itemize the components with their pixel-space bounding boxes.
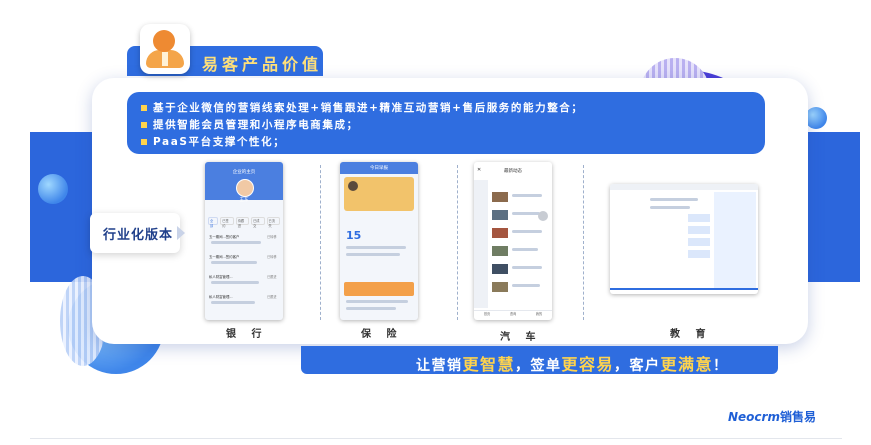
chat-bubble [688,214,710,222]
chat-bubble [688,226,710,234]
value-point-2: 提供智能会员管理和小程序电商集成； [141,117,359,132]
edu-sidepanel [714,192,756,288]
scroll-handle[interactable] [538,211,548,221]
divider [583,165,584,320]
bank-screenshot: 企业的主页 王东 全部 已签约 待跟进 已成交 已流失 五一期间...签约客户 … [205,162,283,320]
car-thumbnail [492,282,508,292]
status-badge: 已跟进 [267,295,277,299]
industry-version-label: 行业化版本 [103,228,174,243]
status-badge: 已转移 [267,235,277,239]
arrow-right-icon [177,226,185,240]
car-thumbnail [492,264,508,274]
insurance-nav-title: 今日早报 [370,166,388,171]
car-thumbnail [492,210,508,220]
status-badge: 已跟进 [267,275,277,279]
chat-bubble [688,238,710,246]
salesperson-logo-icon [140,24,190,74]
chat-bubble [688,250,710,258]
auto-screenshot: 最新动态 ✕ 首页 咨询 我的 [474,162,552,320]
slogan-highlight: 更智慧 [462,355,516,374]
avatar [236,179,254,197]
bullet-square-icon [141,122,147,128]
list-item[interactable]: 私人财富管理... [209,274,264,279]
education-screenshot [610,184,758,294]
big-number: 15 [346,229,362,242]
status-badge: 已转移 [267,255,277,259]
bank-nav-title: 企业的主页 [232,170,256,175]
nav-home[interactable]: 首页 [484,311,490,320]
blue-dot-decoration-right [805,107,827,129]
nav-consult[interactable]: 咨询 [510,311,516,320]
auto-nav-title: 最新动态 [504,169,522,174]
insurance-screenshot: 今日早报 15 [340,162,418,320]
edu-input-bar [610,288,758,290]
list-item[interactable]: 五一期间...签约客户 [209,254,264,259]
tab-all[interactable]: 全部 [208,217,219,228]
bank-user-name: 王东 [239,198,249,203]
tab-signed[interactable]: 已签约 [220,217,234,228]
auto-sidebar [474,180,488,308]
avatar [348,181,358,191]
label-auto: 汽 车 [500,332,542,343]
tab-followup[interactable]: 待跟进 [235,217,250,228]
tab-lost[interactable]: 已流失 [266,217,280,228]
value-point-3: PaaS平台支撑个性化； [141,134,285,149]
car-thumbnail [492,192,508,202]
label-bank: 银 行 [226,329,268,340]
divider [457,165,458,320]
list-item[interactable]: 私人财富管理... [209,294,264,299]
brand-logo: Neocrm销售易 [728,410,816,424]
slogan-highlight: 更容易 [561,355,615,374]
tab-deal[interactable]: 已成交 [251,217,265,228]
close-icon[interactable]: ✕ [477,167,481,173]
label-insurance: 保 险 [361,329,403,340]
nav-mine[interactable]: 我的 [536,311,542,320]
bullet-square-icon [141,105,147,111]
car-thumbnail [492,228,508,238]
value-point-1: 基于企业微信的营销线索处理+销售跟进+精准互动营销+售后服务的能力整合； [141,100,584,115]
bank-tabs: 全部 已签约 待跟进 已成交 已流失 [208,217,280,228]
edu-titlebar [610,184,758,190]
slogan-highlight: 更满意 [660,355,714,374]
blue-dot-decoration [38,174,68,204]
car-thumbnail [492,246,508,256]
bullet-square-icon [141,139,147,145]
slogan-text: 让营销更智慧，签单更容易，客户更满意！ [416,355,729,374]
auto-bottom-nav: 首页 咨询 我的 [474,310,552,320]
list-item[interactable]: 五一期间...签约客户 [209,234,264,239]
label-education: 教 育 [670,329,712,340]
promo-banner [344,282,414,296]
page-title: 易客产品价值 [202,55,323,74]
footer-divider [30,438,842,439]
value-points-panel: 基于企业微信的营销线索处理+销售跟进+精准互动营销+售后服务的能力整合； 提供智… [127,92,765,154]
divider [320,165,321,320]
